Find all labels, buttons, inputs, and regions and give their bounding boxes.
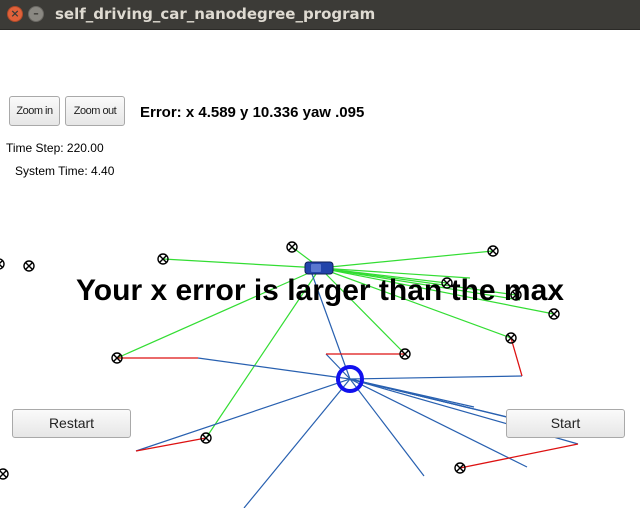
zoom-in-button[interactable]: Zoom in xyxy=(9,96,60,126)
minimize-icon: – xyxy=(33,7,39,20)
start-button[interactable]: Start xyxy=(506,409,625,438)
close-window-button[interactable]: × xyxy=(7,6,23,22)
title-bar: × – self_driving_car_nanodegree_program xyxy=(0,0,640,30)
window-title: self_driving_car_nanodegree_program xyxy=(55,5,376,23)
error-message-banner: Your x error is larger than the max xyxy=(76,274,564,307)
close-icon: × xyxy=(10,7,20,20)
system-time-label: System Time: 4.40 xyxy=(15,164,115,178)
zoom-out-button[interactable]: Zoom out xyxy=(65,96,125,126)
error-readout: Error: x 4.589 y 10.336 yaw .095 xyxy=(140,104,365,121)
minimize-window-button[interactable]: – xyxy=(28,6,44,22)
car-icon xyxy=(304,261,334,275)
association-lines xyxy=(117,337,579,469)
restart-button[interactable]: Restart xyxy=(12,409,131,438)
time-step-label: Time Step: 220.00 xyxy=(6,141,104,155)
